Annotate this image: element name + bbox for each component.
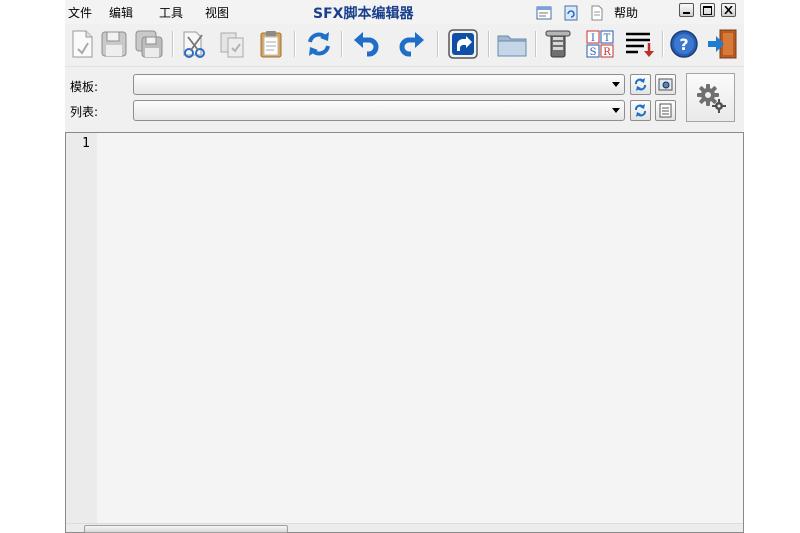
scrollbar-thumb[interactable] — [84, 525, 288, 533]
horizontal-scrollbar[interactable] — [66, 523, 743, 532]
undo-icon — [352, 30, 380, 58]
save-all-button[interactable] — [133, 27, 165, 61]
maximize-icon — [703, 6, 712, 15]
list-combo[interactable] — [133, 100, 625, 121]
toolbar-separator — [341, 31, 343, 57]
minimize-button[interactable] — [679, 3, 694, 17]
list-label: 列表: — [70, 103, 98, 120]
toolbar-separator — [662, 31, 664, 57]
itsr-icon: I T S R — [585, 29, 615, 59]
open-folder-button[interactable] — [496, 27, 528, 61]
menu-tools[interactable]: 工具 — [159, 4, 183, 21]
template-refresh-button[interactable] — [630, 74, 651, 95]
svg-text:R: R — [603, 47, 611, 58]
refresh-icon — [634, 104, 647, 117]
undo-button[interactable] — [350, 27, 382, 61]
svg-text:T: T — [604, 33, 611, 44]
refresh-icon — [634, 78, 647, 91]
toolbar-separator — [437, 31, 439, 57]
template-combo[interactable] — [133, 74, 625, 95]
settings-button[interactable] — [686, 73, 735, 122]
help-icon: ? — [669, 29, 699, 59]
svg-text:S: S — [590, 47, 597, 58]
toolbar-separator — [535, 31, 537, 57]
redo-button[interactable] — [396, 27, 428, 61]
itsr-button[interactable]: I T S R — [584, 27, 616, 61]
menu-bar: 文件 编辑 工具 视图 SFX脚本编辑器 帮助 — [65, 0, 744, 24]
archive-icon — [543, 29, 573, 59]
notes-icon — [659, 103, 672, 118]
refresh-doc-icon[interactable] — [563, 5, 579, 21]
cut-button[interactable] — [179, 27, 211, 61]
image-folder-icon — [658, 78, 673, 91]
menu-file[interactable]: 文件 — [68, 4, 92, 21]
maximize-button[interactable] — [700, 3, 715, 17]
svg-text:?: ? — [679, 35, 688, 54]
window-list-icon[interactable] — [536, 5, 552, 21]
new-icon — [69, 29, 95, 59]
toolbar-separator — [172, 31, 174, 57]
folder-icon — [496, 30, 528, 58]
goto-button[interactable] — [447, 27, 479, 61]
exit-icon — [706, 28, 738, 60]
minimize-icon — [683, 12, 690, 14]
menu-edit[interactable]: 编辑 — [109, 4, 133, 21]
document-icon[interactable] — [589, 5, 605, 21]
refresh-icon — [305, 30, 333, 58]
list-refresh-button[interactable] — [630, 100, 651, 121]
list-notes-button[interactable] — [655, 100, 676, 121]
refresh-button[interactable] — [303, 27, 335, 61]
close-icon — [724, 6, 733, 14]
menu-view[interactable]: 视图 — [205, 4, 229, 21]
copy-button[interactable] — [216, 27, 248, 61]
save-icon — [100, 30, 128, 58]
archive-button[interactable] — [542, 27, 574, 61]
paste-icon — [258, 29, 284, 59]
save-button[interactable] — [98, 27, 130, 61]
help-button[interactable]: ? — [668, 27, 700, 61]
paste-button[interactable] — [255, 27, 287, 61]
chevron-down-icon — [612, 82, 620, 87]
line-number-gutter: 1 — [66, 133, 97, 532]
copy-icon — [217, 29, 247, 59]
new-button[interactable] — [66, 27, 98, 61]
redo-icon — [398, 30, 426, 58]
goto-icon — [448, 29, 478, 59]
toolbar-separator — [488, 31, 490, 57]
app-title: SFX脚本编辑器 — [313, 3, 413, 23]
app-window: 文件 编辑 工具 视图 SFX脚本编辑器 帮助 — [65, 0, 744, 533]
cut-icon — [180, 29, 210, 59]
template-label: 模板: — [70, 78, 98, 95]
toolbar-separator — [294, 31, 296, 57]
line-number: 1 — [82, 136, 90, 151]
save-all-icon — [134, 29, 164, 59]
toolbar: I T S R ? — [65, 24, 744, 67]
exit-button[interactable] — [706, 27, 738, 61]
close-button[interactable] — [721, 3, 736, 17]
svg-text:I: I — [591, 33, 595, 44]
template-folder-button[interactable] — [655, 74, 676, 95]
gear-icon — [696, 83, 726, 113]
script-editor[interactable]: 1 — [65, 132, 744, 533]
menu-help[interactable]: 帮助 — [614, 4, 638, 21]
wrap-button[interactable] — [623, 27, 655, 61]
chevron-down-icon — [612, 108, 620, 113]
wrap-icon — [624, 29, 654, 59]
